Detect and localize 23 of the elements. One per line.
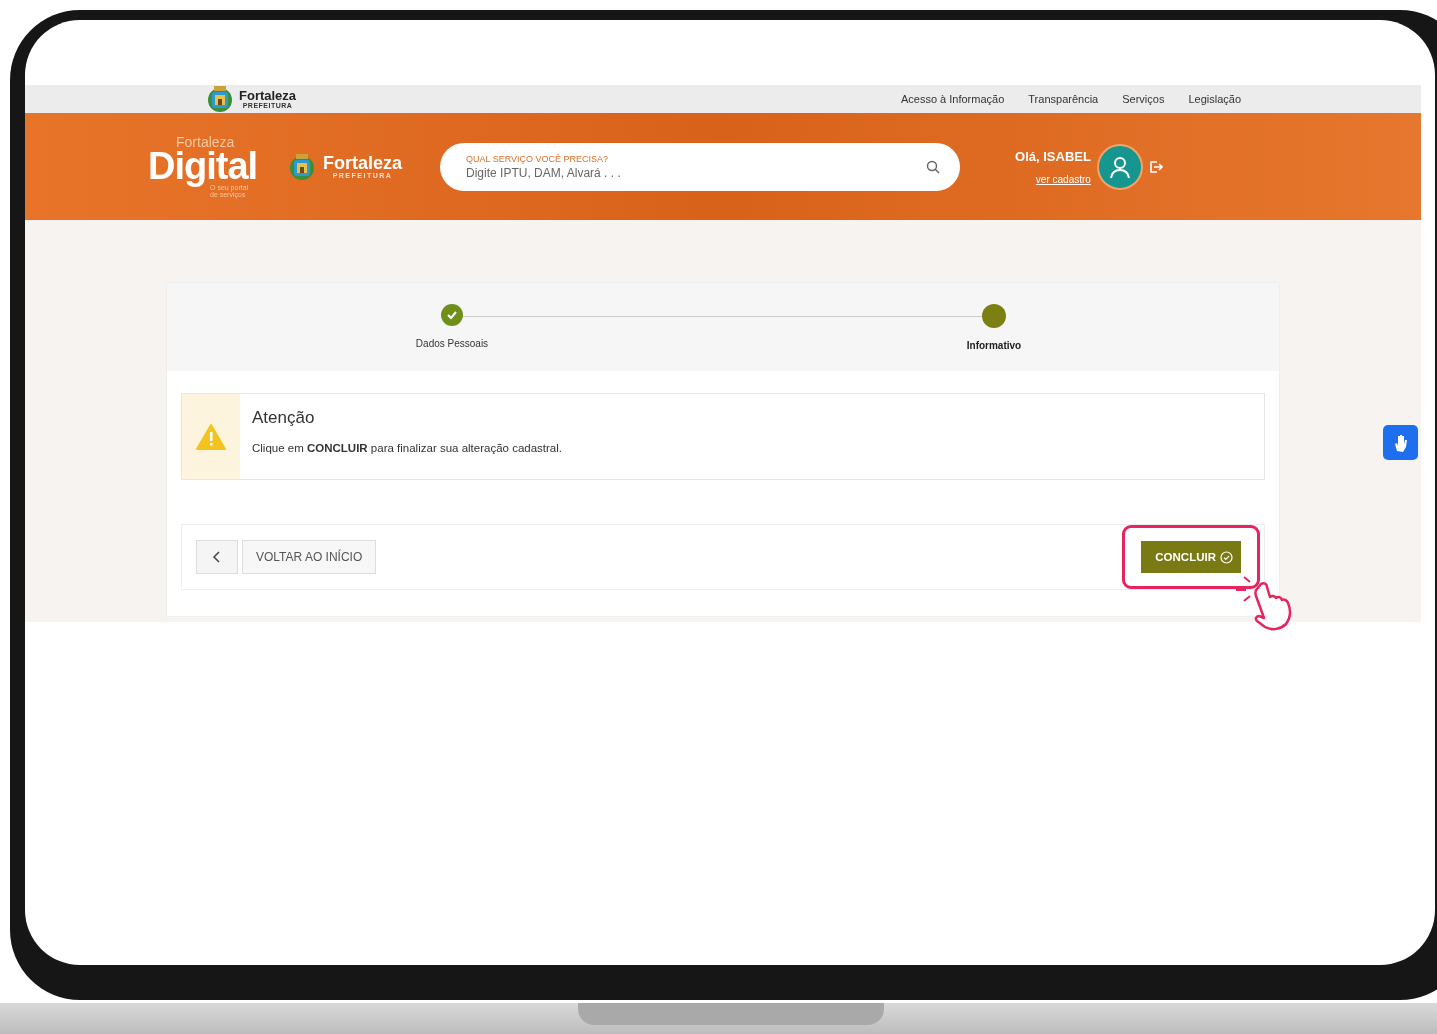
logo-name: Fortaleza — [323, 154, 403, 172]
check-circle-icon — [1220, 550, 1233, 564]
confirm-button[interactable]: CONCLUIR — [1141, 541, 1241, 573]
nav-link[interactable]: Serviços — [1122, 93, 1165, 105]
search-label: QUAL SERVIÇO VOCÊ PRECISA? — [466, 153, 610, 164]
user-greeting: Olá, ISABEL — [1015, 148, 1091, 164]
alert-title: Atenção — [252, 408, 316, 428]
alert-message: Clique em CONCLUIR para finalizar sua alteração cadastral. — [252, 442, 562, 454]
logo-name: Fortaleza — [239, 89, 297, 102]
search-input[interactable]: Digite IPTU, DAM, Alvará . . . — [466, 163, 927, 180]
sign-language-button[interactable] — [1383, 425, 1418, 460]
back-to-start-button[interactable]: VOLTAR AO INÍCIO — [242, 540, 377, 574]
search-icon[interactable] — [926, 159, 941, 174]
nav-link[interactable]: Legislação — [1188, 93, 1241, 105]
brand-city: Fortaleza — [176, 135, 236, 150]
nav-link[interactable]: Acesso à Informação — [900, 93, 1005, 105]
search-field[interactable]: QUAL SERVIÇO VOCÊ PRECISA? Digite IPTU, DAM, Alvará . . . — [440, 142, 961, 191]
nav-link[interactable]: Transparência — [1028, 93, 1099, 105]
step-label: Informativo — [966, 340, 1022, 351]
chevron-left-icon — [212, 551, 222, 563]
logout-icon[interactable] — [1148, 159, 1163, 174]
warning-icon — [196, 423, 226, 450]
step-label: Dados Pessoais — [415, 338, 489, 349]
